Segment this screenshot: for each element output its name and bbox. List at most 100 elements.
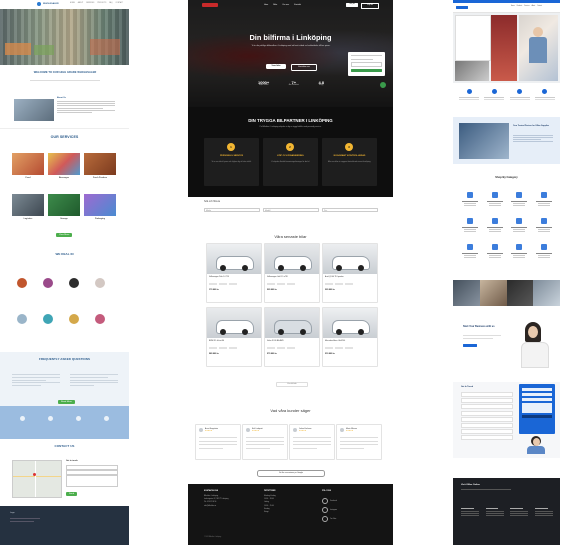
category-tile[interactable] (532, 216, 555, 238)
cars-more-button[interactable]: Visa alla bilar (276, 382, 308, 387)
send-button[interactable]: Send (66, 492, 78, 496)
category-tile[interactable] (459, 190, 481, 212)
faq-item[interactable] (461, 410, 513, 416)
faq-item[interactable] (461, 429, 513, 435)
service-image (12, 153, 44, 175)
product-icon (69, 314, 79, 324)
nav-contact[interactable]: CONTACT (115, 3, 123, 5)
car-image[interactable] (207, 244, 261, 274)
nav-home[interactable]: HOME (70, 3, 75, 5)
form-submit-button[interactable] (522, 415, 552, 418)
car-card[interactable]: Audi Q3 40 TDI quattro 329 900 kr (322, 243, 378, 303)
logo[interactable] (456, 5, 468, 9)
faq-item[interactable] (461, 435, 513, 441)
feature-icon (542, 89, 548, 94)
review-card: Anna Bergström ★★★★★ (195, 424, 241, 460)
product-image[interactable] (506, 280, 534, 306)
nav-contact[interactable]: Contact (537, 6, 542, 7)
product-image[interactable] (453, 280, 480, 306)
faq-button[interactable]: Read More (58, 400, 75, 404)
car-card[interactable]: Volvo XC40 B4 AWD 279 900 kr (264, 307, 320, 367)
car-image[interactable] (323, 308, 377, 338)
product-icon (95, 278, 105, 288)
car-name: BMW X1 sDrive18i (209, 340, 225, 342)
nav-home[interactable]: Hem (264, 4, 268, 6)
form-field[interactable] (522, 388, 552, 391)
header: Home Products Services About Contact (453, 3, 560, 13)
car-price: 329 900 kr (325, 289, 335, 291)
product-icon (43, 314, 53, 324)
car-card[interactable]: Volkswagen Golf 1.5 eTSI 229 900 kr (264, 243, 320, 303)
nav-contact[interactable]: Kontakt (294, 4, 301, 6)
chat-icon[interactable] (380, 82, 386, 88)
filter-model-select[interactable]: Modell (263, 208, 319, 212)
faq-item[interactable] (461, 422, 513, 428)
category-tile[interactable] (459, 216, 481, 238)
nav-about[interactable]: Om oss (282, 4, 289, 6)
category-tile[interactable] (532, 190, 555, 212)
category-tile[interactable] (483, 216, 506, 238)
nav-faq[interactable]: FAQ (109, 3, 112, 5)
chat-popup[interactable] (348, 52, 385, 76)
youtube-icon[interactable] (322, 516, 328, 522)
facebook-icon[interactable] (322, 498, 328, 504)
footer: Logo (0, 506, 129, 545)
instagram-icon[interactable] (322, 507, 328, 513)
cta-button[interactable] (463, 344, 477, 347)
nav-products[interactable]: Products (517, 6, 523, 7)
form-field[interactable] (522, 403, 552, 413)
logo[interactable] (202, 3, 218, 7)
category-title: Shop By Category (495, 176, 518, 179)
hero-image (519, 15, 558, 81)
form-field[interactable] (522, 398, 552, 401)
car-card[interactable]: Volkswagen Polo 1.0 TSI 179 900 kr (206, 243, 262, 303)
faq-item[interactable] (461, 392, 513, 397)
car-image[interactable] (265, 244, 319, 274)
category-tile[interactable] (483, 242, 506, 264)
product-strip (453, 280, 560, 306)
nav-products[interactable]: PRODUCTS (97, 3, 106, 5)
category-tile[interactable] (483, 190, 506, 212)
footer: Visit Office Online (453, 478, 560, 545)
car-image[interactable] (207, 308, 261, 338)
category-tile[interactable] (508, 190, 530, 212)
filter-brand-select[interactable]: Märke (204, 208, 260, 212)
product-image[interactable] (533, 280, 560, 306)
car-image[interactable] (265, 308, 319, 338)
reviews-title: Vad våra kunder säger (270, 408, 311, 413)
nav-services[interactable]: SERVICES (86, 3, 94, 5)
nav-cars[interactable]: Bilar (273, 4, 277, 6)
message-field[interactable] (66, 475, 118, 487)
contact-form-title: Get in touch (66, 460, 78, 462)
category-tile[interactable] (459, 242, 481, 264)
filter-price-select[interactable]: Pris (322, 208, 378, 212)
category-tile[interactable] (508, 242, 530, 264)
category-tile[interactable] (508, 216, 530, 238)
nav-about[interactable]: ABOUT (78, 3, 84, 5)
promo-title: Your Trusted Partner for Office Supplies (513, 125, 549, 127)
faq-item[interactable] (461, 404, 513, 410)
faq-item[interactable] (461, 416, 513, 422)
faq-item[interactable] (461, 398, 513, 404)
hero-contact-button[interactable]: Kontakta oss (291, 64, 317, 71)
service-image (48, 153, 80, 175)
form-field[interactable] (522, 393, 552, 396)
map[interactable] (12, 460, 62, 498)
car-card[interactable]: Mercedes-Benz GLA 200 319 900 kr (322, 307, 378, 367)
nav-about[interactable]: About (532, 6, 536, 7)
service-image (84, 194, 116, 216)
nav-services[interactable]: Services (524, 6, 529, 7)
nav-sell-button[interactable]: Sälj bil (346, 3, 358, 7)
product-image[interactable] (479, 280, 507, 306)
category-tile[interactable] (532, 242, 555, 264)
nav-home[interactable]: Home (511, 6, 515, 7)
services-more-button[interactable]: View More (56, 233, 73, 237)
reviews-button[interactable]: Se fler recensioner på Google (257, 470, 325, 477)
hero-cars-button[interactable]: Våra bilar (266, 64, 286, 69)
rating-stars-icon: ★★★★★ (252, 431, 260, 432)
category-icon (540, 192, 547, 198)
car-card[interactable]: BMW X1 sDrive18i 289 900 kr (206, 307, 262, 367)
nav-buy-button[interactable]: Köp bil (361, 3, 379, 9)
car-image[interactable] (323, 244, 377, 274)
category-icon (516, 244, 522, 250)
